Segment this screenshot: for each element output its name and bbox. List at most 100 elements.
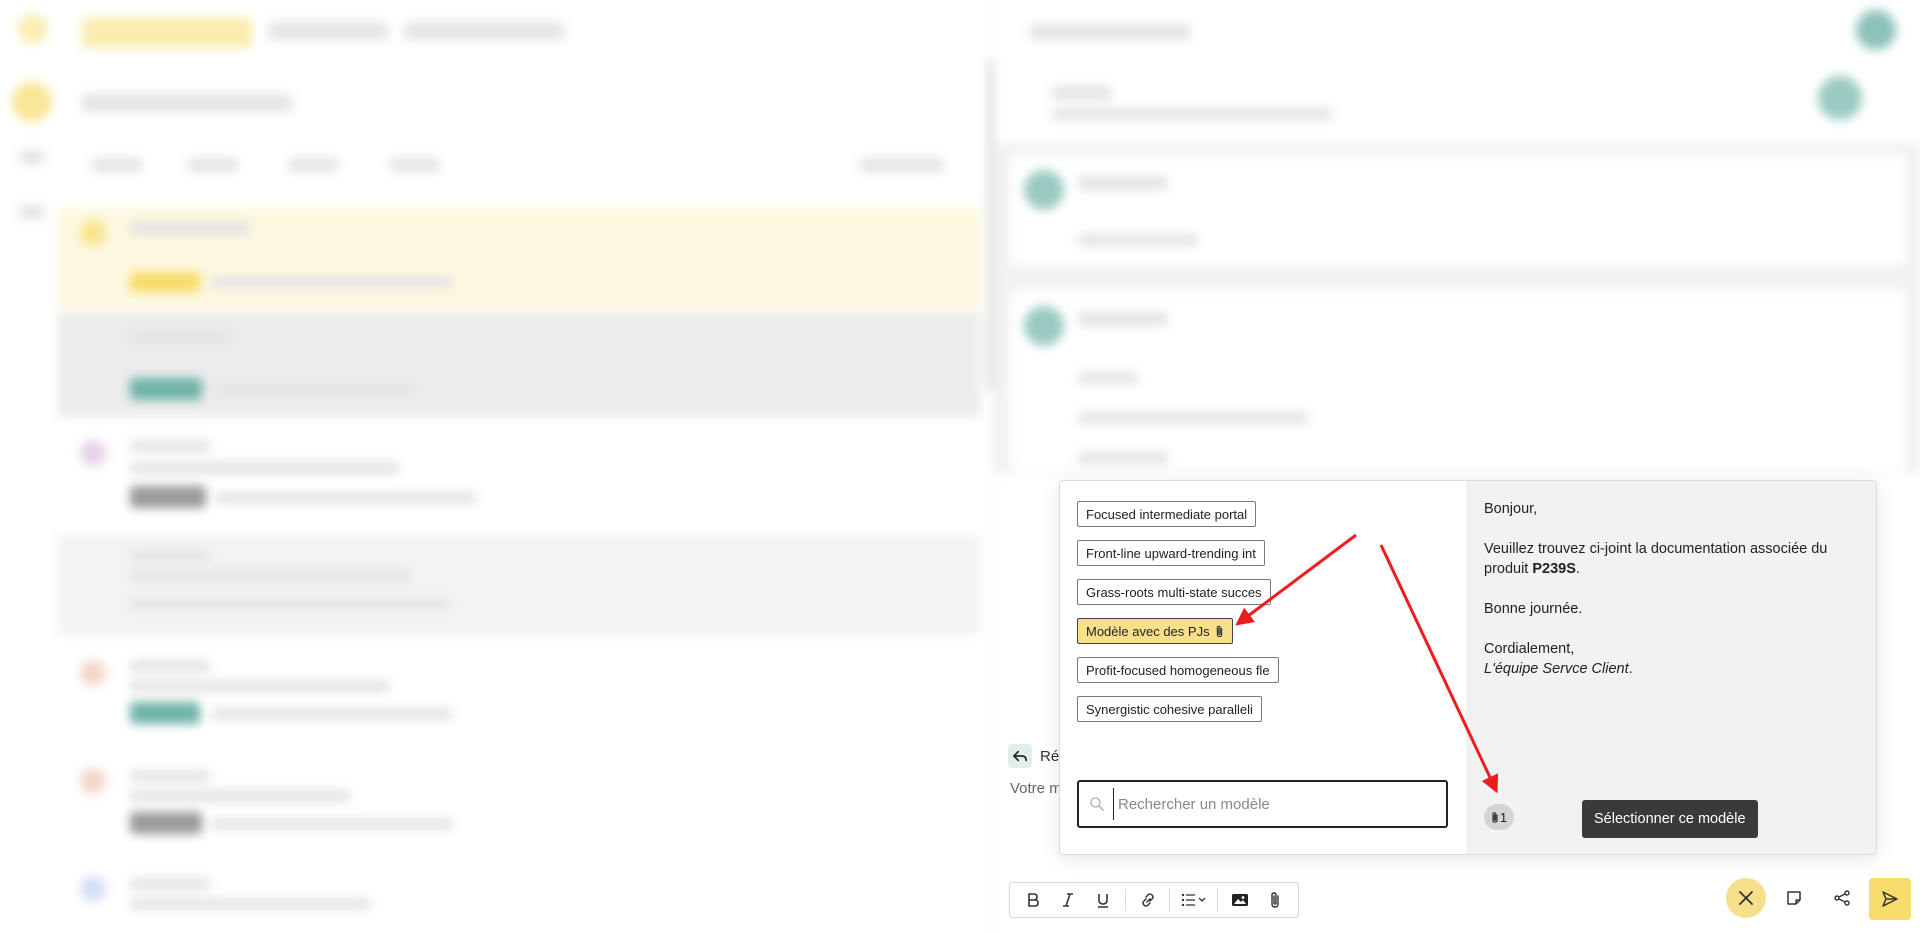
toolbar-separator <box>1217 889 1219 911</box>
row-text <box>130 878 210 890</box>
row-badge <box>130 702 200 724</box>
template-item-label: Profit-focused homogeneous fle <box>1086 662 1270 678</box>
list-filter <box>390 158 440 172</box>
row-text <box>130 570 410 582</box>
row-text <box>212 276 452 288</box>
list-filter <box>188 158 238 172</box>
row-badge <box>130 486 206 508</box>
row-text <box>130 462 400 474</box>
template-item[interactable]: Profit-focused homogeneous fle <box>1077 657 1279 683</box>
template-item-label: Grass-roots multi-state succes <box>1086 584 1262 600</box>
row-badge <box>130 272 200 292</box>
template-item-label: Modèle avec des PJs <box>1086 623 1210 639</box>
row-text <box>216 492 476 504</box>
select-template-button[interactable]: Sélectionner ce modèle <box>1582 800 1758 838</box>
share-button[interactable] <box>1822 878 1862 918</box>
message-card <box>1010 155 1906 265</box>
list-icon[interactable] <box>1175 885 1212 915</box>
template-preview: Bonjour, Veuillez trouvez ci-joint la do… <box>1484 499 1854 679</box>
search-icon <box>1090 797 1104 811</box>
app-logo <box>18 14 48 44</box>
contact-name <box>1052 86 1112 100</box>
link-icon[interactable] <box>1131 885 1164 915</box>
row-text <box>130 330 230 344</box>
row-avatar <box>80 660 106 686</box>
row-text <box>212 818 452 830</box>
row-text <box>130 898 370 910</box>
paperclip-icon <box>1216 625 1222 637</box>
compose-placeholder[interactable]: Votre m <box>1010 780 1062 797</box>
preview-signature: L'équipe Servce Client. <box>1484 659 1854 679</box>
message-text <box>1078 412 1308 424</box>
row-text <box>130 440 210 452</box>
template-item[interactable]: Front-line upward-trending int <box>1077 540 1265 566</box>
contact-avatar <box>1818 76 1862 120</box>
row-text <box>130 660 210 672</box>
template-search-input[interactable] <box>1113 788 1446 820</box>
template-item-label: Focused intermediate portal <box>1086 506 1248 522</box>
preview-body-end: . <box>1575 561 1580 577</box>
template-item-label: Synergistic cohesive paralleli <box>1086 701 1253 717</box>
message-author <box>1078 176 1168 190</box>
row-text <box>130 680 390 692</box>
template-list: Focused intermediate portal Front-line u… <box>1077 501 1279 722</box>
preview-product: P239S <box>1532 561 1576 577</box>
bold-icon[interactable] <box>1016 885 1049 915</box>
row-text <box>130 770 210 782</box>
preview-greeting: Bonjour, <box>1484 501 1538 517</box>
template-picker-popup: Focused intermediate portal Front-line u… <box>1059 480 1877 855</box>
row-text <box>130 790 350 802</box>
contact-info <box>1052 108 1332 120</box>
row-text <box>130 550 210 562</box>
share-icon <box>1834 890 1850 906</box>
message-text <box>1078 234 1198 246</box>
message-author <box>1078 312 1168 326</box>
reply-label: Ré <box>1040 747 1060 765</box>
row-avatar <box>80 876 106 902</box>
list-filter <box>288 158 338 172</box>
close-icon <box>1739 891 1753 905</box>
message-avatar <box>1024 170 1064 210</box>
row-text <box>214 384 414 396</box>
toolbar-separator <box>1169 889 1171 911</box>
attachment-count-badge[interactable]: 1 <box>1484 804 1514 830</box>
header-avatar <box>1856 10 1896 50</box>
template-item[interactable]: Synergistic cohesive paralleli <box>1077 696 1262 722</box>
row-text <box>130 598 450 610</box>
template-preview-panel: Bonjour, Veuillez trouvez ci-joint la do… <box>1466 481 1876 854</box>
list-search <box>82 94 292 112</box>
reply-mode[interactable]: Ré <box>1008 742 1059 770</box>
note-button[interactable] <box>1774 878 1814 918</box>
reply-arrow-icon <box>1008 744 1032 768</box>
template-item-selected[interactable]: Modèle avec des PJs <box>1077 618 1233 644</box>
preview-signature-end: . <box>1628 661 1633 677</box>
italic-icon[interactable] <box>1051 885 1084 915</box>
send-button[interactable] <box>1869 878 1911 920</box>
header-tab <box>404 22 564 40</box>
note-icon <box>1787 891 1801 905</box>
formatting-toolbar <box>1009 882 1299 918</box>
paperclip-icon <box>1492 811 1498 823</box>
attachment-icon[interactable] <box>1259 885 1292 915</box>
underline-icon[interactable] <box>1087 885 1120 915</box>
preview-closing: Bonne journée. <box>1484 601 1583 617</box>
template-list-panel: Focused intermediate portal Front-line u… <box>1060 481 1466 854</box>
row-avatar <box>80 440 106 466</box>
template-item[interactable]: Grass-roots multi-state succes <box>1077 579 1271 605</box>
attachment-count: 1 <box>1499 809 1508 825</box>
template-item[interactable]: Focused intermediate portal <box>1077 501 1257 527</box>
preview-body: Veuillez trouvez ci-joint la documentati… <box>1484 539 1854 579</box>
row-avatar <box>80 768 106 794</box>
message-text <box>1078 452 1168 464</box>
message-text <box>1078 372 1138 384</box>
nav-avatar <box>12 82 52 122</box>
row-text <box>212 708 452 720</box>
nav-item <box>20 205 44 219</box>
list-sort <box>860 158 944 172</box>
toolbar-separator <box>1125 889 1126 911</box>
row-badge <box>130 378 202 400</box>
nav-item <box>20 150 44 164</box>
close-button[interactable] <box>1726 878 1766 918</box>
image-icon[interactable] <box>1223 885 1256 915</box>
send-icon <box>1882 891 1898 907</box>
